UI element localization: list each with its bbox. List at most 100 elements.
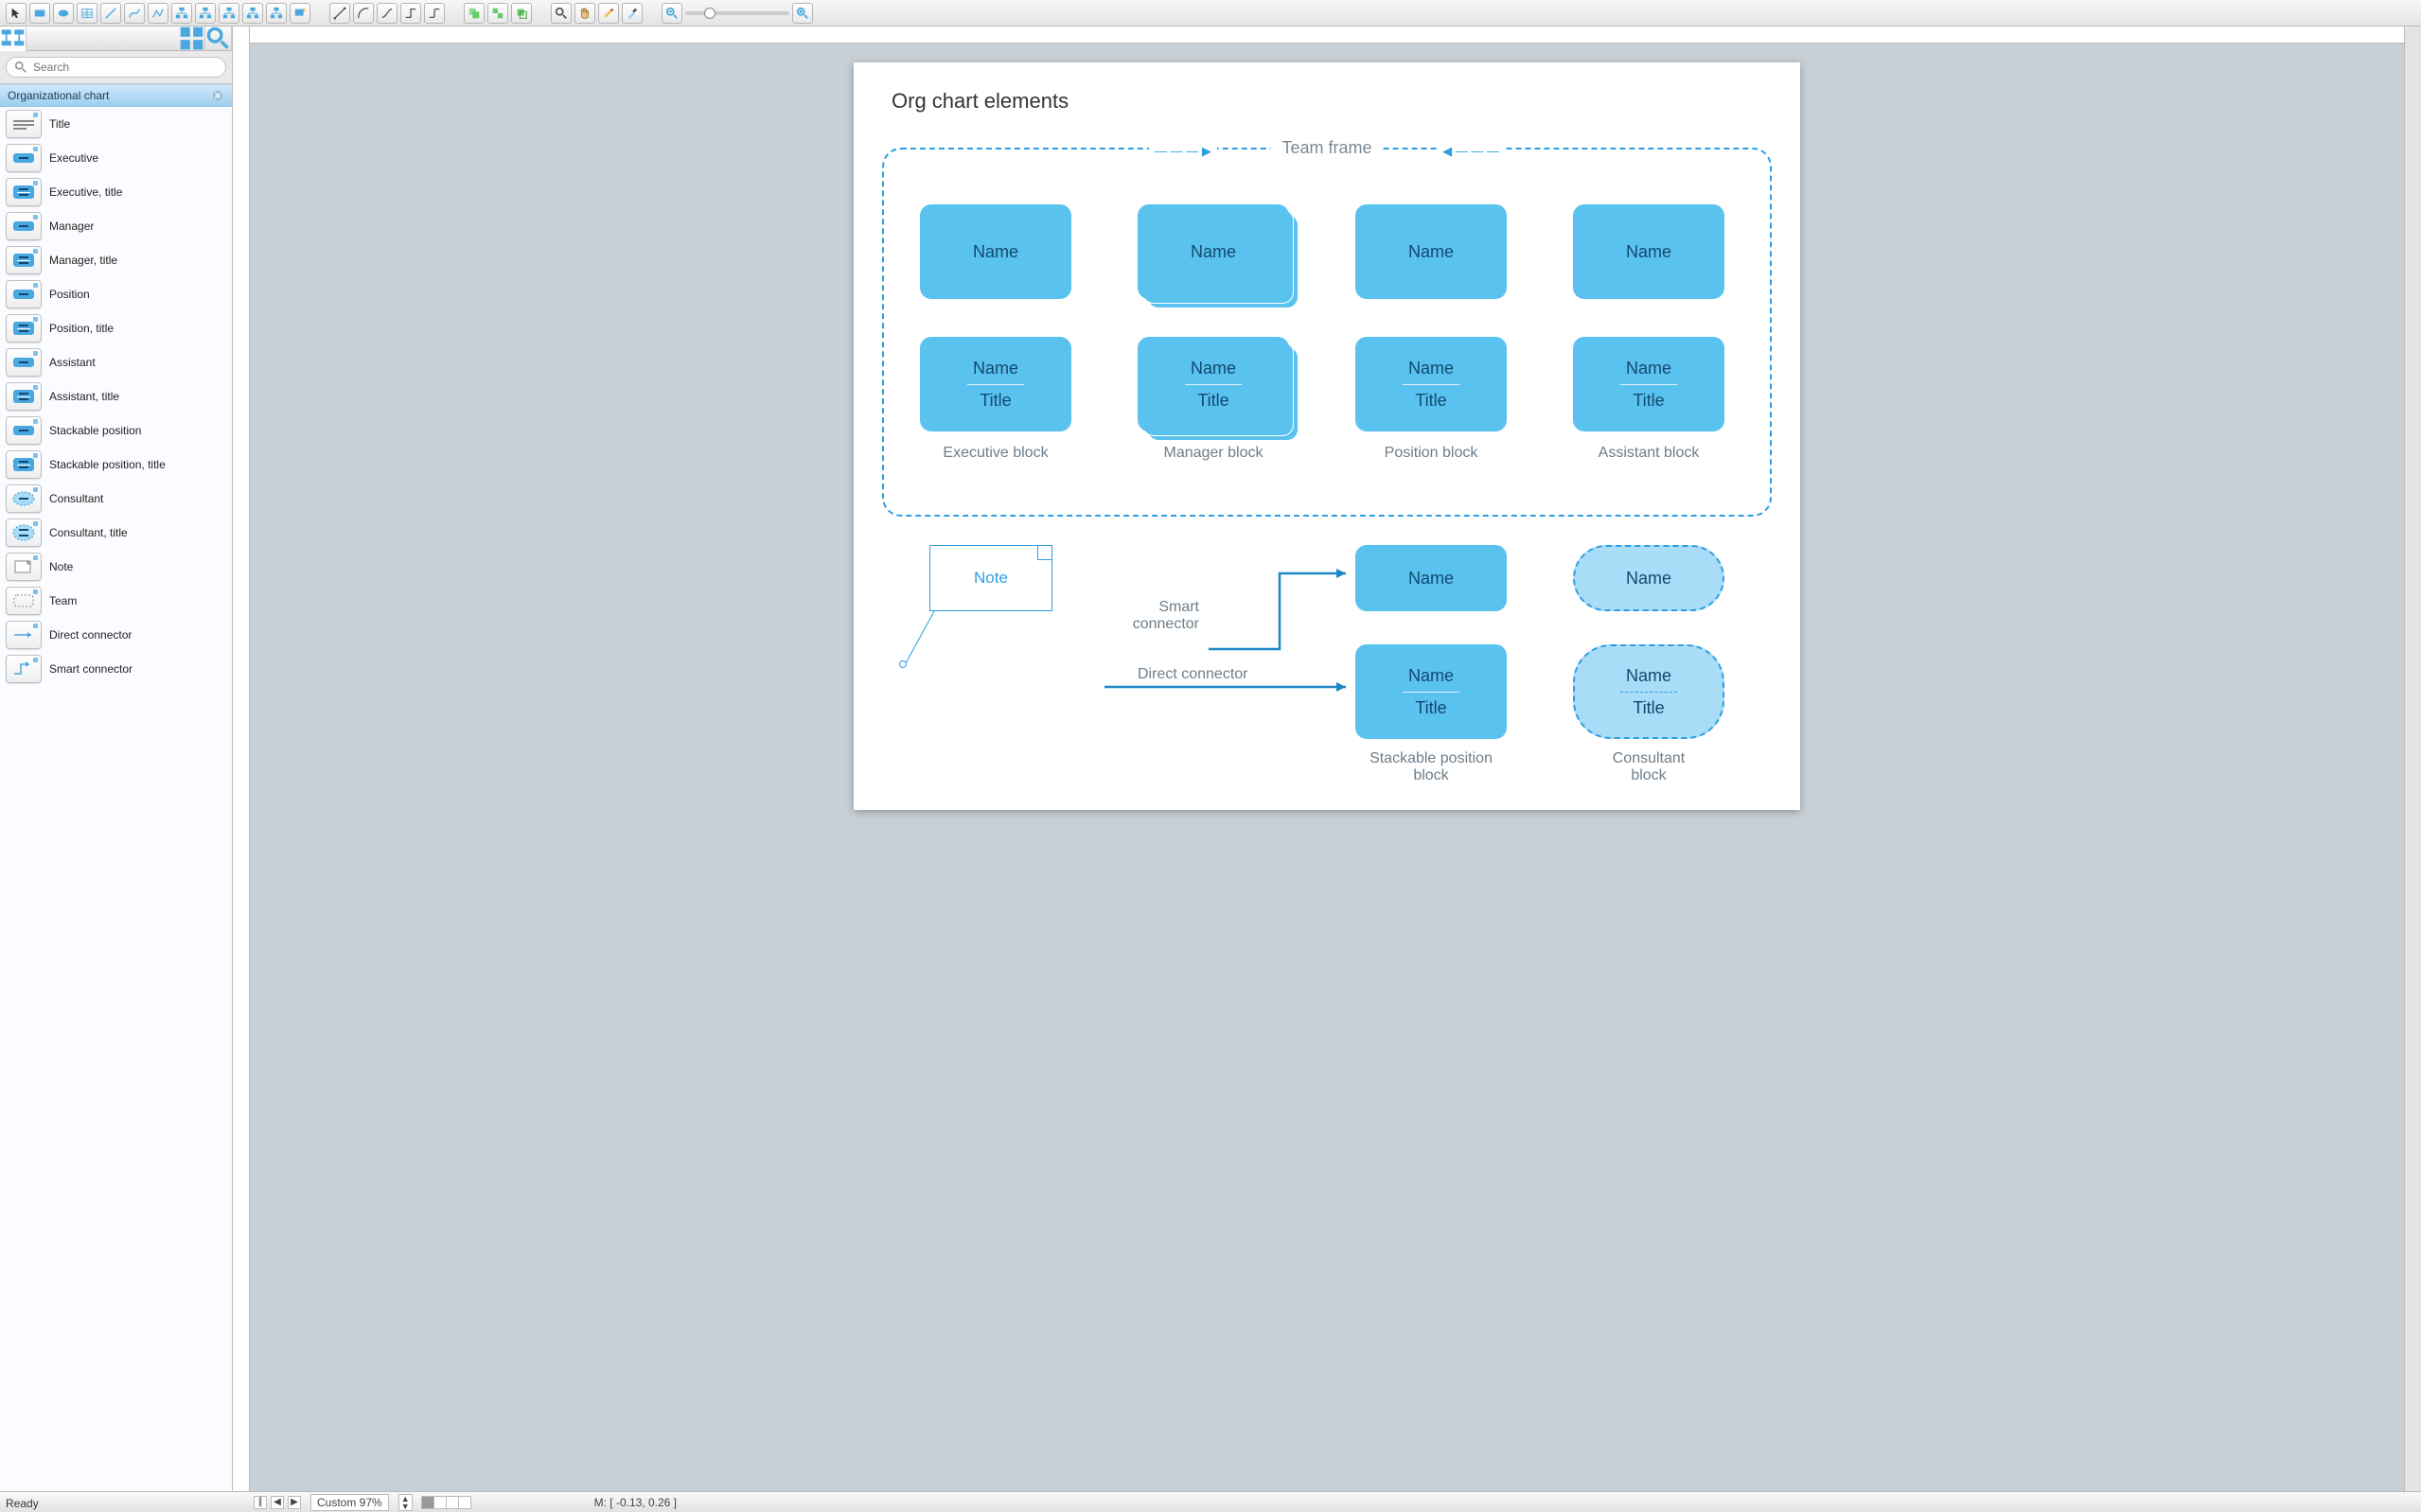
stencil-thumb <box>6 280 42 308</box>
stencil-thumb <box>6 484 42 513</box>
caption: Consultantblock <box>1573 750 1724 784</box>
stencil-direct-connector[interactable]: Direct connector <box>0 618 232 652</box>
view-mode[interactable] <box>422 1496 471 1509</box>
org-auto-button[interactable] <box>266 3 287 24</box>
tree-up-button[interactable] <box>195 3 216 24</box>
group-button[interactable] <box>464 3 485 24</box>
tab-tree[interactable] <box>0 27 27 51</box>
tab-search[interactable] <box>205 26 232 50</box>
page-prev[interactable]: ◀ <box>271 1496 284 1509</box>
smart-connector[interactable] <box>1204 564 1355 659</box>
smart-connector-label: Smartconnector <box>1109 599 1199 633</box>
connect-orth-button[interactable] <box>400 3 421 24</box>
consultant-title-block[interactable]: NameTitle <box>1573 644 1724 739</box>
status-bar: ∥ ◀ ▶ Custom 97% ▲▼ M: [ -0.13, 0.26 ] <box>0 1491 2421 1512</box>
stencil-label: Position, title <box>49 322 114 335</box>
stencil-team[interactable]: Team <box>0 584 232 618</box>
ellipse-button[interactable] <box>53 3 74 24</box>
stencil-label: Direct connector <box>49 628 132 642</box>
stencil-title[interactable]: Title <box>0 107 232 141</box>
stencil-stackable-position-title[interactable]: Stackable position, title <box>0 448 232 482</box>
category-title: Organizational chart <box>8 89 109 102</box>
zoom-step[interactable]: ▲▼ <box>398 1494 413 1511</box>
note-endpoint <box>899 660 907 668</box>
stencil-thumb <box>6 212 42 240</box>
zoom-combo[interactable]: Custom 97% <box>310 1494 389 1511</box>
tree-icon <box>0 26 26 52</box>
stackable-name-block[interactable]: Name <box>1355 545 1507 611</box>
stencil-manager[interactable]: Manager <box>0 209 232 243</box>
zoom-out-button[interactable] <box>662 3 682 24</box>
stencil-label: Smart connector <box>49 662 133 676</box>
stencil-assistant[interactable]: Assistant <box>0 345 232 379</box>
canvas-scroll[interactable]: Org chart elements Team frame — — — ▶ ◀ … <box>250 44 2404 1491</box>
block-manager-block-name[interactable]: Name <box>1138 204 1289 299</box>
line-button[interactable] <box>100 3 121 24</box>
stencil-position-title[interactable]: Position, title <box>0 311 232 345</box>
ungroup-button[interactable] <box>487 3 508 24</box>
category-header[interactable]: Organizational chart <box>0 84 232 107</box>
tree-left-button[interactable] <box>219 3 239 24</box>
stencil-thumb <box>6 382 42 411</box>
note-shape[interactable]: Note <box>929 545 1052 611</box>
block-assistant-block-title[interactable]: NameTitle <box>1573 337 1724 431</box>
page-pause[interactable]: ∥ <box>254 1496 267 1509</box>
team-arrow-left: — — — ▶ <box>1149 144 1217 159</box>
stencil-executive[interactable]: Executive <box>0 141 232 175</box>
search-icon <box>14 61 27 74</box>
block-position-block-title[interactable]: NameTitle <box>1355 337 1507 431</box>
block-position-block-name[interactable]: Name <box>1355 204 1507 299</box>
eyedropper-button[interactable] <box>622 3 643 24</box>
direct-connector-label: Direct connector <box>1138 666 1248 683</box>
stencil-thumb <box>6 178 42 206</box>
right-strip <box>2404 26 2421 1491</box>
block-manager-block-title[interactable]: NameTitle <box>1138 337 1289 431</box>
close-icon[interactable] <box>211 89 224 102</box>
table-button[interactable] <box>77 3 97 24</box>
zoom-in-button[interactable] <box>792 3 813 24</box>
curve-button[interactable] <box>124 3 145 24</box>
stencil-manager-title[interactable]: Manager, title <box>0 243 232 277</box>
ruler-vertical <box>233 26 250 1491</box>
rectangle-button[interactable] <box>29 3 50 24</box>
connect-round-button[interactable] <box>424 3 445 24</box>
diagram-page[interactable]: Org chart elements Team frame — — — ▶ ◀ … <box>854 62 1800 810</box>
connect-arc-button[interactable] <box>353 3 374 24</box>
consultant-name-block[interactable]: Name <box>1573 545 1724 611</box>
tab-grid[interactable] <box>179 26 205 50</box>
bring-front-button[interactable] <box>511 3 532 24</box>
stencil-assistant-title[interactable]: Assistant, title <box>0 379 232 413</box>
pan-hand-button[interactable] <box>574 3 595 24</box>
stencil-position[interactable]: Position <box>0 277 232 311</box>
page-next[interactable]: ▶ <box>288 1496 301 1509</box>
tree-down-button[interactable] <box>171 3 192 24</box>
connect-line-button[interactable] <box>329 3 350 24</box>
polyline-button[interactable] <box>148 3 168 24</box>
block-assistant-block-name[interactable]: Name <box>1573 204 1724 299</box>
block-executive-block-name[interactable]: Name <box>920 204 1071 299</box>
connect-spline-button[interactable] <box>377 3 398 24</box>
left-panel: Organizational chart Title Executive Execu… <box>0 26 233 1491</box>
pointer-button[interactable] <box>6 3 27 24</box>
block-executive-block-title[interactable]: NameTitle <box>920 337 1071 431</box>
stencil-stackable-position[interactable]: Stackable position <box>0 413 232 448</box>
stencil-label: Assistant <box>49 356 96 369</box>
highlight-button[interactable] <box>598 3 619 24</box>
stencil-note[interactable]: Note <box>0 550 232 584</box>
stackable-title-block[interactable]: NameTitle <box>1355 644 1507 739</box>
stencil-consultant[interactable]: Consultant <box>0 482 232 516</box>
page-nav: ∥ ◀ ▶ <box>254 1496 301 1509</box>
tree-right-button[interactable] <box>242 3 263 24</box>
stencil-label: Executive <box>49 151 98 165</box>
new-shape-button[interactable] <box>290 3 310 24</box>
zoom-slider[interactable] <box>685 11 789 15</box>
stencil-smart-connector[interactable]: Smart connector <box>0 652 232 686</box>
caption: Executive block <box>920 445 1071 462</box>
caption: Stackable positionblock <box>1355 750 1507 784</box>
zoom-fit-button[interactable] <box>551 3 572 24</box>
tab-spacer <box>27 26 179 50</box>
search-input[interactable] <box>6 57 226 78</box>
team-frame-label: Team frame <box>1270 138 1383 158</box>
stencil-executive-title[interactable]: Executive, title <box>0 175 232 209</box>
stencil-consultant-title[interactable]: Consultant, title <box>0 516 232 550</box>
